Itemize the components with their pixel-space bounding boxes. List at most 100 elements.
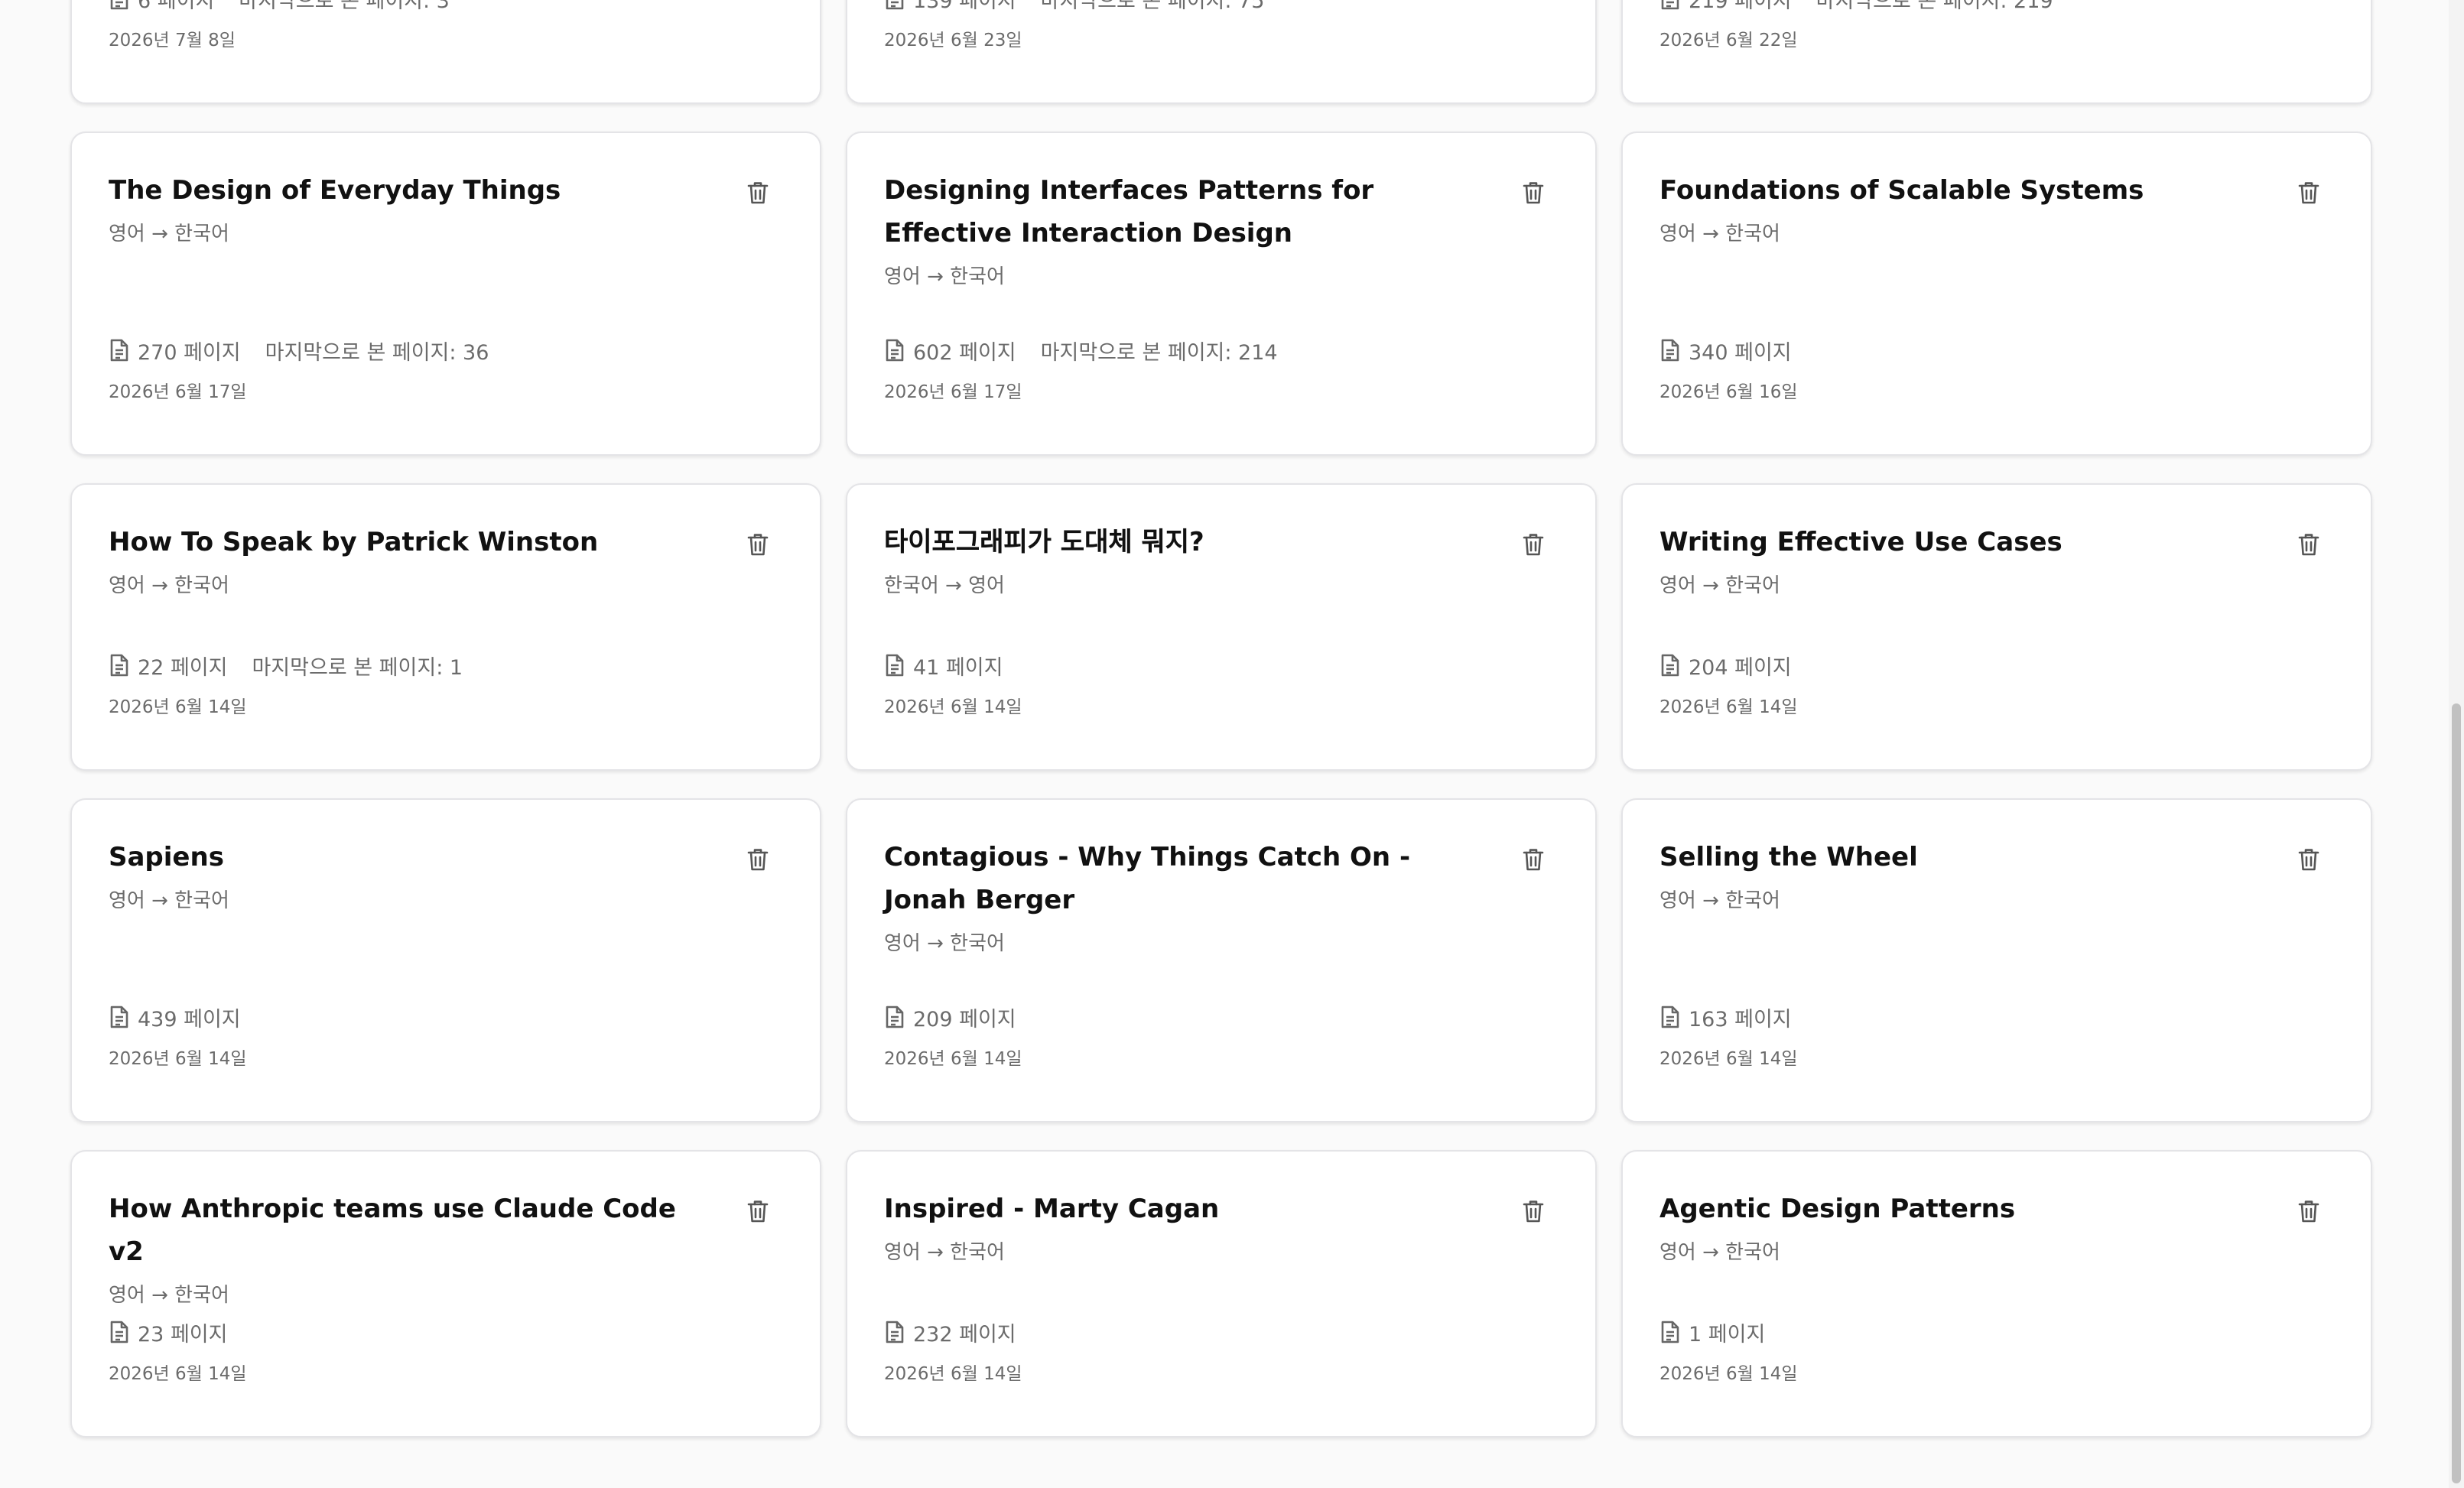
book-card[interactable]: 타이포그래피가 도대체 뭐지? 한국어 → 영어 41 페이지 2026년 6월 14… bbox=[846, 483, 1597, 771]
language-pair: 영어 → 한국어 bbox=[1659, 575, 1780, 598]
book-date: 2026년 6월 14일 bbox=[884, 696, 1022, 717]
book-title[interactable]: Foundations of Scalable Systems bbox=[1659, 170, 2258, 213]
book-card-content: 139 페이지 마지막으로 본 페이지: 75 2026년 6월 23일 bbox=[884, 0, 1559, 75]
file-text-icon bbox=[1659, 1320, 1681, 1344]
book-date: 2026년 6월 14일 bbox=[1659, 696, 1798, 717]
trash-icon bbox=[746, 1199, 769, 1223]
book-date: 2026년 6월 23일 bbox=[884, 29, 1022, 50]
book-title[interactable]: How Anthropic teams use Claude Code v2 bbox=[109, 1188, 707, 1274]
book-card-content: How To Speak by Patrick Winston 영어 → 한국어 2… bbox=[109, 525, 783, 742]
book-title[interactable]: Designing Interfaces Patterns for Effect… bbox=[884, 170, 1482, 255]
page-count: 41 페이지 bbox=[913, 656, 1003, 681]
delete-button[interactable] bbox=[1519, 531, 1546, 558]
file-text-icon bbox=[1659, 338, 1681, 362]
language-pair: 영어 → 한국어 bbox=[109, 575, 229, 598]
scrollbar-thumb[interactable] bbox=[2452, 703, 2461, 1483]
trash-icon bbox=[1521, 847, 1544, 872]
delete-button[interactable] bbox=[743, 531, 771, 558]
page-count: 163 페이지 bbox=[1689, 1008, 1792, 1032]
book-title[interactable]: 타이포그래피가 도대체 뭐지? bbox=[884, 521, 1482, 564]
language-pair: 영어 → 한국어 bbox=[1659, 223, 1780, 246]
delete-button[interactable] bbox=[743, 846, 771, 873]
delete-button[interactable] bbox=[2294, 846, 2322, 873]
book-card-content: Foundations of Scalable Systems 영어 → 한국어 3… bbox=[1659, 173, 2334, 427]
file-text-icon bbox=[884, 0, 905, 11]
book-date: 2026년 6월 16일 bbox=[1659, 381, 1798, 402]
page-count: 270 페이지 bbox=[138, 341, 241, 366]
book-card[interactable]: 219 페이지 마지막으로 본 페이지: 219 2026년 6월 22일 bbox=[1621, 0, 2372, 104]
delete-button[interactable] bbox=[1519, 1197, 1546, 1225]
language-pair: 영어 → 한국어 bbox=[884, 933, 1005, 956]
book-meta: 270 페이지 마지막으로 본 페이지: 36 bbox=[109, 335, 489, 366]
book-meta: 204 페이지 bbox=[1659, 650, 1792, 681]
book-date: 2026년 6월 14일 bbox=[884, 1363, 1022, 1384]
page-count: 22 페이지 bbox=[138, 656, 228, 681]
book-card-content: Sapiens 영어 → 한국어 439 페이지 2026년 6월 14일 bbox=[109, 840, 783, 1093]
book-meta: 340 페이지 bbox=[1659, 335, 1792, 366]
book-meta: 6 페이지 마지막으로 본 페이지: 3 bbox=[109, 0, 450, 14]
book-title[interactable]: How To Speak by Patrick Winston bbox=[109, 521, 707, 564]
book-meta: 232 페이지 bbox=[884, 1317, 1016, 1347]
trash-icon bbox=[746, 532, 769, 557]
book-title[interactable]: The Design of Everyday Things bbox=[109, 170, 707, 213]
book-date: 2026년 7월 8일 bbox=[109, 29, 236, 50]
delete-button[interactable] bbox=[2294, 531, 2322, 558]
page-count: 1 페이지 bbox=[1689, 1323, 1766, 1347]
book-title[interactable]: Inspired - Marty Cagan bbox=[884, 1188, 1482, 1231]
page-count: 602 페이지 bbox=[913, 341, 1016, 366]
book-date: 2026년 6월 17일 bbox=[884, 381, 1022, 402]
language-pair: 한국어 → 영어 bbox=[884, 575, 1005, 598]
trash-icon bbox=[2297, 1199, 2319, 1223]
delete-button[interactable] bbox=[2294, 179, 2322, 206]
scrollbar-track[interactable] bbox=[2449, 0, 2464, 1488]
last-viewed-page: 마지막으로 본 페이지: 3 bbox=[239, 0, 450, 14]
delete-button[interactable] bbox=[743, 179, 771, 206]
book-title[interactable]: Agentic Design Patterns bbox=[1659, 1188, 2258, 1231]
book-card-content: Writing Effective Use Cases 영어 → 한국어 204 페… bbox=[1659, 525, 2334, 742]
trash-icon bbox=[1521, 1199, 1544, 1223]
book-card[interactable]: How Anthropic teams use Claude Code v2 영어… bbox=[70, 1150, 821, 1438]
book-card[interactable]: Writing Effective Use Cases 영어 → 한국어 204 페… bbox=[1621, 483, 2372, 771]
book-title[interactable]: Contagious - Why Things Catch On - Jonah… bbox=[884, 837, 1482, 922]
book-card[interactable]: 6 페이지 마지막으로 본 페이지: 3 2026년 7월 8일 bbox=[70, 0, 821, 104]
book-card[interactable]: Selling the Wheel 영어 → 한국어 163 페이지 2026년 6월… bbox=[1621, 798, 2372, 1122]
book-title[interactable]: Selling the Wheel bbox=[1659, 837, 2258, 879]
last-viewed-page: 마지막으로 본 페이지: 214 bbox=[1040, 341, 1278, 366]
book-card-content: 219 페이지 마지막으로 본 페이지: 219 2026년 6월 22일 bbox=[1659, 0, 2334, 75]
book-meta: 41 페이지 bbox=[884, 650, 1003, 681]
book-card[interactable]: The Design of Everyday Things 영어 → 한국어 270… bbox=[70, 132, 821, 456]
book-meta: 23 페이지 bbox=[109, 1317, 227, 1347]
page-count: 139 페이지 bbox=[913, 0, 1016, 14]
page-count: 204 페이지 bbox=[1689, 656, 1792, 681]
delete-button[interactable] bbox=[1519, 846, 1546, 873]
book-date: 2026년 6월 14일 bbox=[1659, 1363, 1798, 1384]
page-count: 219 페이지 bbox=[1689, 0, 1792, 14]
book-title[interactable]: Writing Effective Use Cases bbox=[1659, 521, 2258, 564]
language-pair: 영어 → 한국어 bbox=[884, 266, 1005, 289]
book-date: 2026년 6월 14일 bbox=[884, 1048, 1022, 1069]
trash-icon bbox=[2297, 180, 2319, 205]
book-card[interactable]: Contagious - Why Things Catch On - Jonah… bbox=[846, 798, 1597, 1122]
file-text-icon bbox=[109, 338, 130, 362]
trash-icon bbox=[2297, 847, 2319, 872]
book-card[interactable]: Sapiens 영어 → 한국어 439 페이지 2026년 6월 14일 bbox=[70, 798, 821, 1122]
book-card-content: Designing Interfaces Patterns for Effect… bbox=[884, 173, 1559, 427]
book-card-content: Agentic Design Patterns 영어 → 한국어 1 페이지 2026… bbox=[1659, 1191, 2334, 1408]
book-card[interactable]: How To Speak by Patrick Winston 영어 → 한국어 2… bbox=[70, 483, 821, 771]
delete-button[interactable] bbox=[2294, 1197, 2322, 1225]
file-text-icon bbox=[109, 0, 130, 11]
book-card-content: 타이포그래피가 도대체 뭐지? 한국어 → 영어 41 페이지 2026년 6월 14… bbox=[884, 525, 1559, 742]
page-count: 439 페이지 bbox=[138, 1008, 241, 1032]
book-card[interactable]: Foundations of Scalable Systems 영어 → 한국어 3… bbox=[1621, 132, 2372, 456]
book-card-content: Contagious - Why Things Catch On - Jonah… bbox=[884, 840, 1559, 1093]
book-meta: 219 페이지 마지막으로 본 페이지: 219 bbox=[1659, 0, 2053, 14]
delete-button[interactable] bbox=[1519, 179, 1546, 206]
file-text-icon bbox=[884, 1005, 905, 1029]
book-card[interactable]: Inspired - Marty Cagan 영어 → 한국어 232 페이지 202… bbox=[846, 1150, 1597, 1438]
book-title[interactable]: Sapiens bbox=[109, 837, 707, 879]
file-text-icon bbox=[1659, 653, 1681, 677]
delete-button[interactable] bbox=[743, 1197, 771, 1225]
book-card[interactable]: Agentic Design Patterns 영어 → 한국어 1 페이지 2026… bbox=[1621, 1150, 2372, 1438]
book-card[interactable]: Designing Interfaces Patterns for Effect… bbox=[846, 132, 1597, 456]
book-card[interactable]: 139 페이지 마지막으로 본 페이지: 75 2026년 6월 23일 bbox=[846, 0, 1597, 104]
